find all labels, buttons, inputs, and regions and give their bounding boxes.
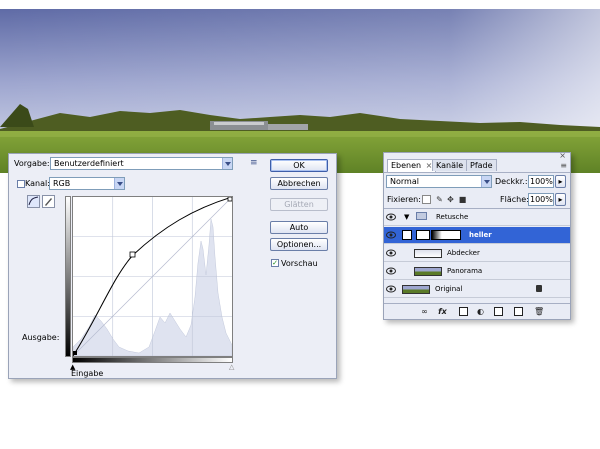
mask-thumbnail (431, 230, 461, 240)
curve-endpoint-white[interactable] (227, 197, 232, 202)
output-label: Ausgabe: (22, 333, 60, 342)
layer-row[interactable]: Panorama (384, 263, 570, 280)
eye-icon[interactable] (386, 267, 396, 275)
adjustment-icon[interactable]: ◐ (476, 307, 485, 316)
layer-name: Panorama (447, 267, 483, 275)
preview-checkbox[interactable]: ✓ (271, 259, 279, 267)
channel-toggle-checkbox[interactable] (17, 180, 25, 188)
eye-icon[interactable] (386, 213, 396, 221)
preset-select[interactable]: Benutzerdefiniert (50, 157, 233, 170)
opacity-slider-icon[interactable]: ▸ (555, 175, 566, 188)
lock-icon (536, 285, 542, 292)
screenshot-stage: Vorgabe: Benutzerdefiniert ≡ Kanal: RGB (0, 0, 600, 449)
output-gradient-bar (65, 196, 71, 357)
expand-triangle-icon[interactable]: ▼ (404, 213, 409, 221)
layer-row[interactable]: Original (384, 281, 570, 298)
preset-label: Vorgabe: (14, 159, 50, 168)
fill-slider-icon[interactable]: ▸ (555, 193, 566, 206)
channel-label: Kanal: (25, 179, 50, 188)
brush-icon (402, 230, 412, 240)
lock-label: Fixieren: (387, 195, 421, 204)
tab-layers[interactable]: Ebenen × (387, 159, 437, 172)
lock-all-icon[interactable]: ■ (458, 195, 467, 204)
tab-paths[interactable]: Pfade (466, 159, 497, 171)
cancel-button[interactable]: Abbrechen (270, 177, 328, 190)
tab-layers-label: Ebenen (391, 161, 422, 170)
fx-icon[interactable]: fx (438, 307, 447, 316)
tab-channels[interactable]: Kanäle (432, 159, 468, 171)
folder-icon (416, 212, 427, 220)
opacity-label: Deckkr.: (495, 177, 528, 186)
layer-thumbnail (414, 267, 442, 276)
blend-mode-value: Normal (390, 177, 419, 186)
channel-select[interactable]: RGB (49, 177, 125, 190)
mask-icon[interactable] (459, 307, 468, 316)
eye-icon[interactable] (386, 231, 396, 239)
curve-point[interactable] (129, 251, 136, 258)
layer-thumbnail (402, 285, 430, 294)
options-button[interactable]: Optionen... (270, 238, 328, 251)
curves-dialog: Vorgabe: Benutzerdefiniert ≡ Kanal: RGB (8, 153, 337, 379)
link-icon[interactable]: ∞ (420, 307, 429, 316)
input-label: Eingabe (71, 369, 104, 378)
lock-paint-icon[interactable]: ✎ (435, 195, 444, 204)
layer-thumbnail (414, 249, 442, 258)
layer-row-group[interactable]: ▼ Retusche (384, 209, 570, 226)
white-point-slider-icon[interactable]: △ (229, 363, 234, 371)
curve-point-icon[interactable] (27, 195, 40, 208)
eye-icon[interactable] (386, 285, 396, 293)
preview-label: Vorschau (281, 259, 318, 268)
channel-value: RGB (53, 179, 71, 188)
input-gradient-bar (72, 357, 233, 363)
lock-move-icon[interactable]: ✥ (446, 195, 455, 204)
trash-icon[interactable]: 🗑 (534, 307, 544, 316)
smooth-button[interactable]: Glätten (270, 198, 328, 211)
preset-options-icon[interactable]: ≡ (250, 158, 258, 168)
panel-menu-icon[interactable]: ≡ (560, 161, 567, 170)
fill-input[interactable]: 100% (528, 193, 554, 206)
eye-icon[interactable] (386, 249, 396, 257)
preset-value: Benutzerdefiniert (54, 159, 124, 168)
chevron-down-icon[interactable] (114, 178, 124, 189)
layers-panel: × ≡ Ebenen × Kanäle Pfade Normal Deckkr.… (383, 151, 571, 320)
adjustment-thumbnail (416, 230, 430, 240)
ok-button[interactable]: OK (270, 159, 328, 172)
chevron-down-icon[interactable] (222, 158, 232, 169)
curve-endpoint-black[interactable] (73, 351, 77, 355)
layer-row-selected[interactable]: heller (384, 227, 570, 244)
folder-icon[interactable] (494, 307, 503, 316)
footer-divider (384, 303, 570, 304)
tab-divider (384, 172, 570, 173)
lock-transparency-icon[interactable] (422, 195, 431, 204)
fill-label: Fläche: (500, 195, 529, 204)
layer-name: Original (435, 285, 463, 293)
panel-close-icon[interactable]: × (559, 151, 566, 160)
pencil-icon[interactable] (42, 195, 55, 208)
layer-name: Abdecker (447, 249, 480, 257)
layer-name: heller (469, 231, 492, 239)
chevron-down-icon[interactable] (481, 176, 491, 187)
layer-row[interactable]: Abdecker (384, 245, 570, 262)
new-layer-icon[interactable] (514, 307, 523, 316)
blend-mode-select[interactable]: Normal (386, 175, 492, 188)
panorama-photo (0, 9, 600, 173)
layer-name: Retusche (436, 213, 469, 221)
opacity-input[interactable]: 100% (528, 175, 554, 188)
curve-graph[interactable] (72, 196, 233, 357)
auto-button[interactable]: Auto (270, 221, 328, 234)
